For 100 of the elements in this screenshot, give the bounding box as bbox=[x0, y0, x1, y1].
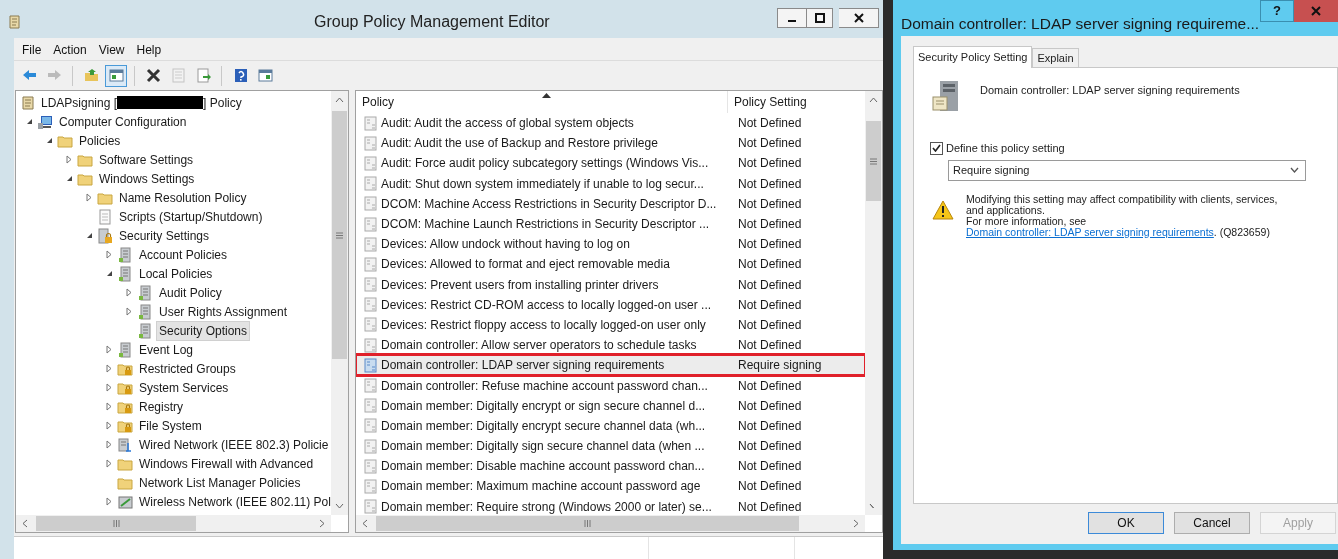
table-row[interactable]: Devices: Allow undock without having to log on Not Defined bbox=[356, 234, 865, 255]
table-row[interactable]: Domain member: Maximum machine account password age Not Defined bbox=[356, 476, 865, 497]
policy-book-icon bbox=[117, 341, 133, 358]
tree-item[interactable]: User Rights Assignment bbox=[156, 301, 291, 322]
tree-item[interactable]: Wired Network (IEEE 802.3) Policie bbox=[136, 434, 331, 455]
tree-item[interactable]: Software Settings bbox=[96, 149, 197, 170]
collapsed-icon[interactable] bbox=[106, 383, 112, 392]
scroll-icon bbox=[20, 94, 36, 111]
column-header[interactable]: Policy Setting bbox=[728, 91, 865, 113]
table-row[interactable]: Domain member: Digitally encrypt secure channel data (wh... Not Defined bbox=[356, 415, 865, 436]
menu-item[interactable]: File bbox=[18, 41, 46, 59]
collapsed-icon[interactable] bbox=[106, 402, 112, 411]
tree-item[interactable]: Restricted Groups bbox=[136, 358, 239, 379]
tree-item[interactable]: Computer Configuration bbox=[56, 111, 190, 132]
collapsed-icon[interactable] bbox=[106, 440, 112, 449]
table-row[interactable]: Audit: Force audit policy subcategory settings (Windows Vis... Not Defined bbox=[356, 153, 865, 174]
tree-item[interactable]: Account Policies bbox=[136, 244, 231, 265]
table-row[interactable]: DCOM: Machine Access Restrictions in Security Descriptor D... Not Defined bbox=[356, 193, 865, 214]
table-row[interactable]: Domain controller: Refuse machine account password chan... Not Defined bbox=[356, 375, 865, 396]
tree-item[interactable]: Network List Manager Policies bbox=[136, 472, 304, 493]
dialog-button[interactable]: Cancel bbox=[1174, 512, 1250, 534]
tree-item[interactable]: Scripts (Startup/Shutdown) bbox=[116, 206, 266, 227]
tree-item[interactable]: System Services bbox=[136, 377, 232, 398]
policy-book-icon bbox=[117, 246, 133, 263]
tree-item[interactable]: LDAPsigning [ ] Policy bbox=[40, 93, 243, 112]
tree-item[interactable]: Security Options bbox=[156, 320, 251, 341]
table-row[interactable]: Domain controller: Allow server operators to schedule tasks Not Defined bbox=[356, 335, 865, 356]
collapsed-icon[interactable] bbox=[126, 307, 132, 316]
minimize-button[interactable] bbox=[777, 8, 807, 28]
horizontal-scrollbar[interactable] bbox=[16, 515, 331, 532]
dialog-title: Domain controller: LDAP server signing requireme... bbox=[901, 14, 1260, 34]
expanded-icon[interactable] bbox=[85, 232, 93, 239]
tree-item[interactable]: Name Resolution Policy bbox=[116, 187, 250, 208]
policy-link[interactable]: Domain controller: LDAP server signing requirements bbox=[966, 225, 1214, 238]
scrollbar-thumb[interactable] bbox=[332, 111, 347, 359]
collapsed-icon[interactable] bbox=[106, 421, 112, 430]
policy-icon bbox=[364, 236, 378, 252]
vertical-scrollbar[interactable] bbox=[865, 91, 882, 515]
expanded-icon[interactable] bbox=[105, 270, 113, 277]
menu-item[interactable]: Action bbox=[49, 41, 91, 59]
close-icon bbox=[1311, 6, 1321, 16]
tree-item[interactable]: File System bbox=[136, 415, 205, 436]
table-row[interactable]: Domain controller: LDAP server signing requirements Require signing bbox=[356, 355, 865, 376]
tab[interactable]: Security Policy Setting bbox=[913, 46, 1033, 68]
tree-item[interactable]: Security Settings bbox=[116, 225, 213, 246]
checkbox[interactable] bbox=[930, 141, 943, 155]
collapsed-icon[interactable] bbox=[106, 250, 112, 259]
policy-book-icon bbox=[137, 303, 153, 320]
policy-icon bbox=[364, 357, 378, 373]
scroll-right-icon bbox=[319, 519, 325, 528]
table-row[interactable]: Domain member: Require strong (Windows 2000 or later) se... Not Defined bbox=[356, 496, 865, 515]
close-button[interactable] bbox=[839, 8, 879, 28]
tree-item[interactable]: Policies bbox=[76, 130, 124, 151]
table-row[interactable]: Devices: Prevent users from installing printer drivers Not Defined bbox=[356, 274, 865, 295]
table-row[interactable]: Domain member: Disable machine account password chan... Not Defined bbox=[356, 456, 865, 477]
expanded-icon[interactable] bbox=[65, 175, 73, 182]
table-row[interactable]: Devices: Allowed to format and eject removable media Not Defined bbox=[356, 254, 865, 275]
dialog-button[interactable]: OK bbox=[1088, 512, 1164, 534]
horizontal-scrollbar[interactable] bbox=[356, 515, 865, 532]
menu-item[interactable]: View bbox=[94, 41, 129, 59]
table-row[interactable]: Audit: Audit the access of global system objects Not Defined bbox=[356, 113, 865, 134]
collapsed-icon[interactable] bbox=[66, 155, 72, 164]
grip-icon bbox=[112, 520, 120, 527]
collapsed-icon[interactable] bbox=[106, 364, 112, 373]
tab[interactable]: Explain bbox=[1032, 48, 1079, 67]
table-row[interactable]: Domain member: Digitally sign secure channel data (when ... Not Defined bbox=[356, 436, 865, 457]
expanded-icon[interactable] bbox=[25, 118, 33, 125]
scrollbar-thumb[interactable] bbox=[376, 516, 799, 531]
setting-dropdown[interactable]: Require signing bbox=[948, 159, 1306, 181]
help-button[interactable]: ? bbox=[1260, 0, 1295, 22]
table-row[interactable]: Devices: Restrict CD-ROM access to locally logged-on user ... Not Defined bbox=[356, 294, 865, 315]
expanded-icon[interactable] bbox=[45, 137, 53, 144]
tree-item[interactable]: Windows Settings bbox=[96, 168, 198, 189]
menu-item[interactable]: Help bbox=[132, 41, 166, 59]
collapsed-icon[interactable] bbox=[126, 288, 132, 297]
collapsed-icon[interactable] bbox=[106, 497, 112, 506]
table-cell-text: Not Defined bbox=[738, 276, 802, 294]
table-row[interactable]: Devices: Restrict floppy access to locally logged-on user only Not Defined bbox=[356, 314, 865, 336]
collapsed-icon[interactable] bbox=[86, 193, 92, 202]
table-cell-text: Not Defined bbox=[738, 175, 802, 193]
maximize-button[interactable] bbox=[807, 8, 833, 28]
vertical-scrollbar[interactable] bbox=[331, 91, 348, 515]
column-header[interactable]: Policy bbox=[356, 91, 728, 113]
tree-item[interactable]: Local Policies bbox=[136, 263, 216, 284]
collapsed-icon[interactable] bbox=[106, 459, 112, 468]
table-row[interactable]: Audit: Audit the use of Backup and Restore privilege Not Defined bbox=[356, 133, 865, 154]
table-cell-text: Domain member: Digitally encrypt secure channel data (wh... bbox=[381, 417, 707, 435]
tree-item[interactable]: Wireless Network (IEEE 802.11) Pol bbox=[136, 491, 331, 512]
scrollbar-thumb[interactable] bbox=[866, 121, 881, 201]
collapsed-icon[interactable] bbox=[106, 345, 112, 354]
table-row[interactable]: Domain member: Digitally encrypt or sign secure channel d... Not Defined bbox=[356, 395, 865, 416]
table-row[interactable]: DCOM: Machine Launch Restrictions in Security Descriptor ... Not Defined bbox=[356, 213, 865, 235]
table-row[interactable]: Audit: Shut down system immediately if unable to log secur... Not Defined bbox=[356, 173, 865, 194]
network-icon bbox=[117, 436, 133, 453]
tree-item[interactable]: Windows Firewall with Advanced bbox=[136, 453, 317, 474]
tree-item[interactable]: Registry bbox=[136, 396, 186, 417]
tree-item[interactable]: Event Log bbox=[136, 339, 197, 360]
scrollbar-thumb[interactable] bbox=[36, 516, 196, 531]
tree-item[interactable]: Audit Policy bbox=[156, 282, 225, 303]
table-cell-text: DCOM: Machine Launch Restrictions in Security Descriptor ... bbox=[381, 216, 711, 234]
